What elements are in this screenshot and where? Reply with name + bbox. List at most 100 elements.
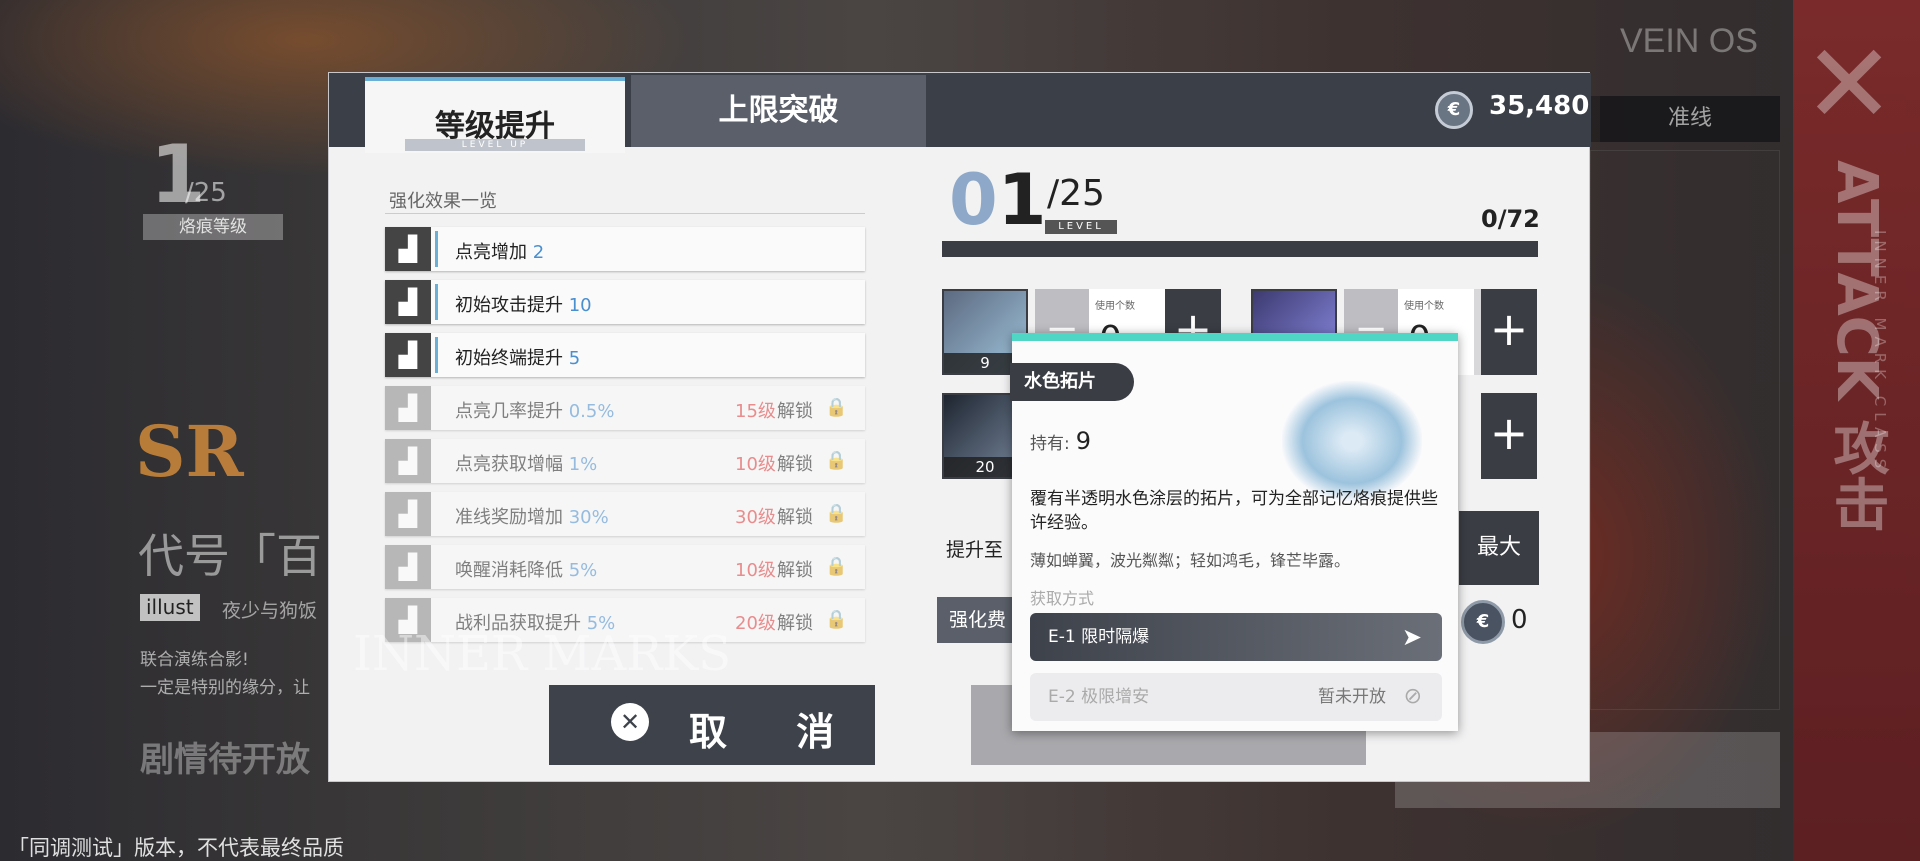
unlock-level: 10级 (735, 560, 776, 581)
effect-text: 点亮增加 2 (455, 238, 544, 264)
mark-codename: 代号「百 (138, 529, 322, 583)
effect-value: 0.5% (568, 401, 615, 422)
stat-bars-icon: ▟ (385, 227, 431, 271)
unlock-label: 解锁 (777, 560, 813, 581)
effect-row-locked: ▟ 准线奖励增加 30% 30级 解锁 🔒 (385, 492, 865, 536)
effect-text: 唤醒消耗降低 5% (455, 556, 597, 582)
effect-value: 1% (568, 454, 598, 475)
effect-name: 点亮增加 (455, 242, 527, 263)
unlock-level: 10级 (735, 454, 776, 475)
accent-bar (435, 231, 438, 267)
unlock-label: 解锁 (777, 454, 813, 475)
arrow-right-icon: ➤ (1401, 623, 1422, 651)
effect-text: 点亮获取增幅 1% (455, 450, 597, 476)
cancel-label: 取 消 (689, 710, 863, 754)
stat-bars-icon: ▟ (385, 280, 431, 324)
effect-row-locked: ▟ 唤醒消耗降低 5% 10级 解锁 🔒 (385, 545, 865, 589)
lock-icon: 🔒 (825, 503, 848, 524)
effect-text: 初始攻击提升 10 (455, 291, 592, 317)
unlock-label: 解锁 (777, 613, 813, 634)
increase-button[interactable]: + (1481, 393, 1537, 479)
effect-row: ▟ 点亮增加 2 (385, 227, 865, 271)
effect-row: ▟ 初始终端提升 5 (385, 333, 865, 377)
vein-coin-icon: € (1435, 91, 1473, 129)
upgrade-to-label: 提升至 (946, 539, 1004, 561)
lock-icon: 🔒 (825, 556, 848, 577)
tooltip-title: 水色拓片 (1010, 363, 1134, 401)
effect-name: 准线奖励增加 (455, 507, 563, 528)
source-stage-e1[interactable]: E-1 限时隔爆 ➤ (1030, 613, 1442, 661)
watercolor-rubbing-image (1282, 381, 1422, 501)
effect-value: 5% (568, 560, 598, 581)
vein-coin-icon: € (1461, 600, 1505, 644)
increase-button[interactable]: + (1481, 289, 1537, 375)
mark-description-line1: 联合演练合影! (140, 650, 249, 670)
close-icon: ✕ (611, 703, 649, 741)
lock-icon: 🔒 (825, 397, 848, 418)
level-tag: LEVEL (1045, 220, 1117, 234)
source-status: 暂未开放 (1318, 687, 1386, 707)
lock-icon: 🔒 (825, 609, 848, 630)
use-count-label: 使用个数 (1404, 301, 1444, 312)
stat-bars-icon: ▟ (385, 333, 431, 377)
unlock-label: 解锁 (777, 401, 813, 422)
effect-value: 30% (568, 507, 609, 528)
class-strip: ✕ ATTACK 攻击 INNER MARK CLASS (1793, 0, 1920, 861)
exp-bar (942, 241, 1538, 257)
effect-row-locked: ▟ 点亮几率提升 0.5% 15级 解锁 🔒 (385, 386, 865, 430)
source-stage-e2: E-2 极限增安 暂未开放 ⊘ (1030, 673, 1442, 721)
effect-value: 5 (568, 348, 581, 369)
cancel-button[interactable]: ✕ 取 消 (549, 685, 875, 765)
level-prefix: 0 (949, 159, 998, 241)
vein-os-logo: VEIN OS (1620, 22, 1758, 60)
currency-amount: 35,480 (1489, 91, 1590, 121)
mark-description-line2: 一定是特别的缘分，让 (140, 678, 310, 698)
effect-name: 点亮获取增幅 (455, 454, 563, 475)
exp-counter: 0/72 (1481, 205, 1540, 233)
effect-text: 准线奖励增加 30% (455, 503, 609, 529)
illustrator-name: 夜少与狗饭 (222, 600, 318, 622)
item-tooltip: 水色拓片 持有: 9 覆有半透明水色涂层的拓片，可为全部记忆烙痕提供些许经验。 薄… (1010, 333, 1458, 731)
build-notice: 「同调测试」版本，不代表最终品质 (8, 836, 344, 860)
level-digit: 1 (997, 159, 1047, 241)
tab-limit-break[interactable]: 上限突破 (631, 75, 926, 147)
tooltip-flavor-text: 薄如蝉翼，波光粼粼；轻如鸿毛，锋芒毕露。 (1030, 551, 1351, 570)
rarity-badge: SR (135, 410, 244, 493)
lock-icon: 🔒 (825, 450, 848, 471)
stat-bars-icon: ▟ (385, 439, 431, 483)
tooltip-description: 覆有半透明水色涂层的拓片，可为全部记忆烙痕提供些许经验。 (1030, 489, 1438, 533)
effect-row-locked: ▟ 点亮获取增幅 1% 10级 解锁 🔒 (385, 439, 865, 483)
background-panel (1590, 150, 1780, 710)
source-stage-e2-label: E-2 极限增安 (1048, 687, 1150, 707)
effect-name: 初始攻击提升 (455, 295, 563, 316)
stat-bars-icon: ▟ (385, 492, 431, 536)
mark-level-label: 烙痕等级 (143, 214, 283, 240)
class-subtitle: INNER MARK CLASS (1871, 230, 1889, 475)
effect-name: 唤醒消耗降低 (455, 560, 563, 581)
effect-text: 初始终端提升 5 (455, 344, 580, 370)
tooltip-hold: 持有: 9 (1030, 427, 1091, 455)
unlock-level: 30级 (735, 507, 776, 528)
effect-text: 点亮几率提升 0.5% (455, 397, 614, 423)
max-button[interactable]: 最大 (1459, 511, 1539, 585)
effects-title: 强化效果一览 (389, 191, 497, 212)
accent-bar (435, 284, 438, 320)
effect-value: 10 (568, 295, 592, 316)
unlock-level: 20级 (735, 613, 776, 634)
mark-level-max: /25 (185, 178, 227, 208)
illust-badge: illust (140, 594, 200, 621)
tab-level-up[interactable]: 等级提升 LEVEL UP (365, 77, 625, 153)
use-count-label: 使用个数 (1095, 301, 1135, 312)
inner-marks-watermark: INNER MARKS (353, 626, 732, 682)
tab-baseline[interactable]: 准线 (1600, 96, 1780, 142)
unlock-label: 解锁 (777, 507, 813, 528)
hold-label: 持有: (1030, 434, 1070, 454)
hold-value: 9 (1075, 427, 1092, 455)
cost-value: 0 (1511, 605, 1528, 635)
effect-name: 初始终端提升 (455, 348, 563, 369)
effect-value: 2 (532, 242, 545, 263)
prohibited-icon: ⊘ (1403, 684, 1422, 709)
attack-emblem-icon: ✕ (1803, 20, 1896, 148)
source-stage-e1-label: E-1 限时隔爆 (1048, 627, 1150, 647)
effect-row: ▟ 初始攻击提升 10 (385, 280, 865, 324)
